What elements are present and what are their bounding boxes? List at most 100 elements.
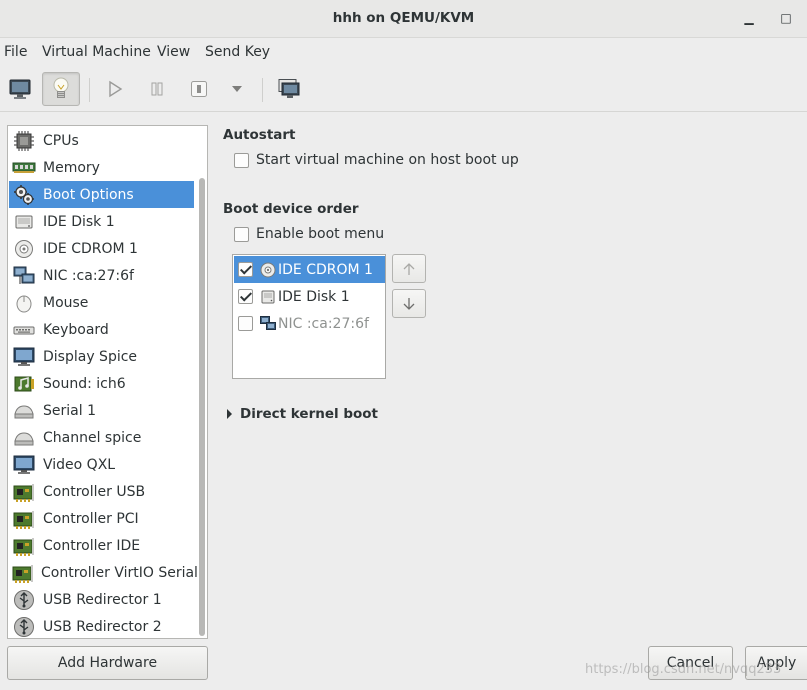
menu-send-key[interactable]: Send Key [205,44,270,60]
sidebar-item-label: Sound: ich6 [43,375,126,392]
controller-icon [12,562,34,584]
sidebar-item-label: NIC :ca:27:6f [43,267,134,284]
mouse-icon [12,292,36,314]
memory-icon [12,157,36,179]
sidebar-scrollbar[interactable] [199,178,205,636]
sidebar-item-cpus[interactable]: CPUs [9,127,194,154]
direct-kernel-boot-label: Direct kernel boot [240,406,378,422]
sidebar-item-ide-disk-1[interactable]: IDE Disk 1 [9,208,194,235]
boot-device-label: NIC :ca:27:6f [278,315,369,332]
disk-icon [260,289,276,305]
cpu-icon [12,130,36,152]
sidebar-item-display-spice[interactable]: Display Spice [9,343,194,370]
sidebar-item-keyboard[interactable]: Keyboard [9,316,194,343]
expander-arrow-icon [227,409,232,419]
boot-device-ide-cdrom-1[interactable]: IDE CDROM 1 [234,256,385,283]
boot-device-ide-disk-1[interactable]: IDE Disk 1 [234,283,385,310]
boot-device-list[interactable]: IDE CDROM 1 IDE Disk 1 NIC :ca:27:6f [232,254,386,379]
console-monitor-icon[interactable] [1,72,39,106]
window-title: hhh on QEMU/KVM [332,10,475,26]
menu-virtual-machine[interactable]: Virtual Machine [42,44,151,60]
sidebar-item-mouse[interactable]: Mouse [9,289,194,316]
enable-boot-menu-label: Enable boot menu [256,226,385,242]
enable-boot-menu-checkbox[interactable] [234,227,249,242]
keyboard-icon [12,319,36,341]
sidebar-item-label: Boot Options [43,186,134,203]
sidebar-item-label: Controller USB [43,483,146,500]
menu-bar: File Virtual Machine View Send Key [0,38,807,68]
menu-file[interactable]: File [4,44,27,60]
autostart-checkbox[interactable] [234,153,249,168]
sidebar-item-sound[interactable]: Sound: ich6 [9,370,194,397]
sidebar-item-label: Channel spice [43,429,142,446]
sidebar-item-serial-1[interactable]: Serial 1 [9,397,194,424]
direct-kernel-boot-expander[interactable]: Direct kernel boot [227,406,378,422]
fullscreen-screenshot-icon[interactable] [269,72,307,106]
pause-icon[interactable] [138,72,176,106]
move-down-button[interactable] [392,289,426,318]
boot-device-checkbox[interactable] [238,289,253,304]
sidebar-item-controller-virtio-serial[interactable]: Controller VirtIO Serial [9,559,198,586]
sidebar-item-controller-ide[interactable]: Controller IDE [9,532,194,559]
cdrom-icon [260,262,276,278]
sidebar-item-nic[interactable]: NIC :ca:27:6f [9,262,194,289]
maximize-icon[interactable]: □ [779,11,793,25]
title-bar: hhh on QEMU/KVM ▁ □ [0,0,807,38]
sidebar-item-ide-cdrom-1[interactable]: IDE CDROM 1 [9,235,194,262]
sound-icon [12,373,36,395]
up-arrow-icon [403,262,415,275]
watermark: https://blog.csdn.net/nvqq233 [585,662,782,677]
serial-icon [12,400,36,422]
controller-icon [12,508,36,530]
video-icon [12,454,36,476]
toolbar [0,68,807,112]
sidebar-item-label: Mouse [43,294,89,311]
sidebar-item-label: IDE CDROM 1 [43,240,138,257]
network-icon [12,265,36,287]
sidebar-item-label: Controller IDE [43,537,141,554]
details-lightbulb-icon[interactable] [42,72,80,106]
toolbar-separator [89,78,90,102]
boot-device-label: IDE Disk 1 [278,288,350,305]
sidebar-item-label: IDE Disk 1 [43,213,115,230]
boot-device-checkbox[interactable] [238,262,253,277]
sidebar-item-usb-redirector-1[interactable]: USB Redirector 1 [9,586,194,613]
controller-icon [12,481,36,503]
autostart-checkbox-label: Start virtual machine on host boot up [256,152,519,168]
sidebar-item-label: Controller VirtIO Serial [41,564,198,581]
sidebar-item-boot-options[interactable]: Boot Options [9,181,194,208]
sidebar-item-controller-usb[interactable]: Controller USB [9,478,194,505]
gears-icon [12,184,36,206]
add-hardware-button[interactable]: Add Hardware [7,646,208,680]
sidebar-item-label: Memory [43,159,100,176]
sidebar-item-channel-spice[interactable]: Channel spice [9,424,194,451]
run-icon[interactable] [96,72,134,106]
controller-icon [12,535,36,557]
sidebar-item-usb-redirector-2[interactable]: USB Redirector 2 [9,613,194,640]
sidebar-item-video-qxl[interactable]: Video QXL [9,451,194,478]
device-list[interactable]: CPUs Memory Boot Options IDE Disk 1 IDE … [7,125,208,639]
boot-device-label: IDE CDROM 1 [278,261,373,278]
menu-view[interactable]: View [157,44,190,60]
autostart-title: Autostart [223,127,296,143]
network-icon [260,315,276,332]
sidebar-item-memory[interactable]: Memory [9,154,194,181]
boot-device-nic[interactable]: NIC :ca:27:6f [234,310,385,337]
usb-icon [12,589,36,611]
minimize-icon[interactable]: ▁ [742,11,756,25]
down-arrow-icon [403,297,415,310]
sidebar-item-label: Keyboard [43,321,109,338]
move-up-button[interactable] [392,254,426,283]
sidebar-item-controller-pci[interactable]: Controller PCI [9,505,194,532]
dropdown-arrow-icon[interactable] [218,72,256,106]
sidebar-item-label: USB Redirector 2 [43,618,162,635]
sidebar-item-label: Display Spice [43,348,138,365]
display-icon [12,346,36,368]
cdrom-icon [12,238,36,260]
sidebar-item-label: Video QXL [43,456,116,473]
usb-icon [12,616,36,638]
sidebar-item-label: Controller PCI [43,510,139,527]
disk-icon [12,211,36,233]
boot-device-checkbox[interactable] [238,316,253,331]
power-icon[interactable] [180,72,218,106]
